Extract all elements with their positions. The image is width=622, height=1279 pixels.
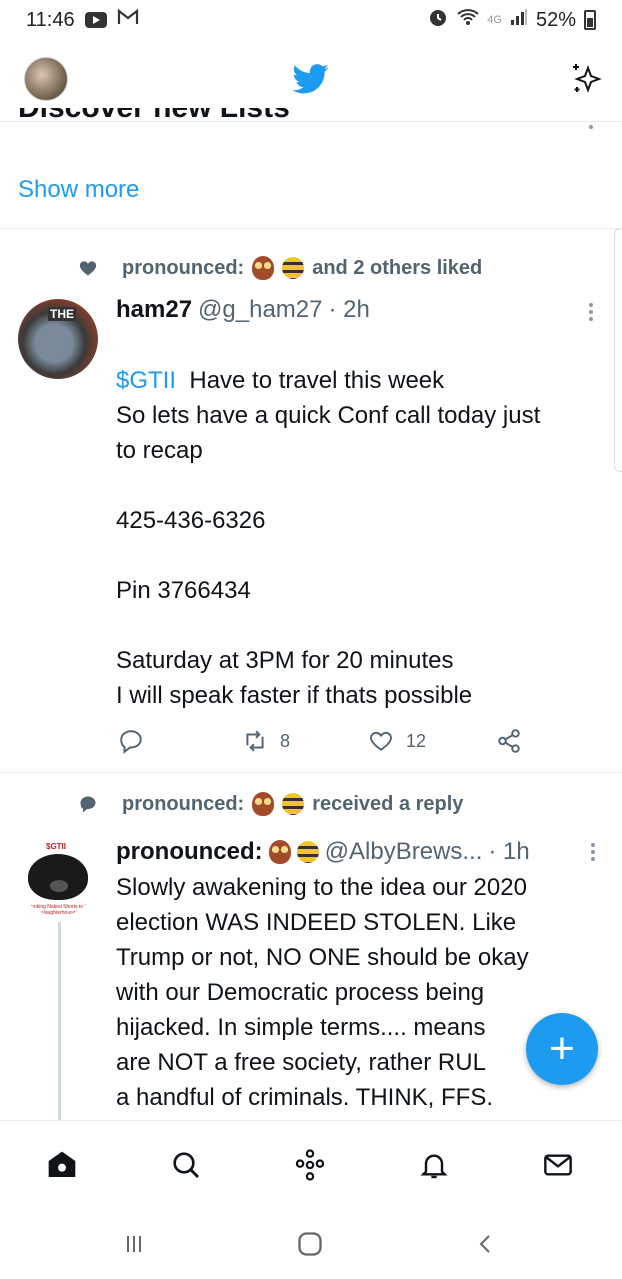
status-time: 11:46 [26,8,75,31]
scrollbar[interactable] [614,228,622,472]
pig-snout [50,880,68,892]
tweet-author-handle[interactable]: @AlbyBrews... [325,838,483,866]
nav-notifications[interactable] [414,1145,454,1185]
retweet-icon [246,730,264,752]
context-action: received a reply [312,792,464,815]
nav-search[interactable] [166,1145,206,1185]
tweet-more-icon[interactable] [588,300,594,324]
battery-icon [584,10,596,30]
system-navigation [0,1208,622,1279]
tweet-author-name[interactable]: pronounced: [116,838,263,866]
heart-icon [79,261,97,276]
cashtag-link[interactable]: $GTII [116,367,176,394]
pig-icon [28,854,88,900]
retweet-button[interactable]: 8 [242,728,290,754]
reply-icon [120,730,142,754]
share-button[interactable] [496,728,522,754]
messages-icon [544,1154,572,1176]
sparkle-icon[interactable] [568,60,604,96]
youtube-notification-icon [84,12,107,28]
bottom-navigation [0,1120,622,1208]
avatar-caption-top: $GTII [46,842,67,851]
twitter-bird-icon[interactable] [293,64,329,94]
like-button[interactable]: 12 [368,728,426,754]
tweet-text: Slowly awakening to the idea our 2020 el… [116,874,529,1111]
thread-line [58,922,61,1122]
like-count: 12 [406,730,427,751]
discover-lists-heading: Discover new Lists [18,108,290,132]
battery-percent: 52% [535,8,576,31]
network-type: 4G [487,14,502,26]
gmail-notification-icon [117,8,139,32]
tweet-header: ham27 @g_ham27 · 2h [116,296,370,324]
tweet-actions: 8 12 [116,728,536,758]
status-bar: 11:46 4G 52% [0,0,622,40]
tweet-more-icon[interactable] [590,840,596,864]
home-system-button[interactable] [290,1228,330,1260]
section-divider [0,228,622,232]
tweet-author-handle[interactable]: @g_ham27 [198,296,322,324]
signal-icon [510,8,528,32]
tweet-text: $GTII Have to travel this week [116,328,606,398]
tweet-text-first: Have to travel this week [189,367,445,394]
avatar-caption-bottom: Smoking Naked Shorts to the slaughterhou… [26,904,92,916]
show-more-link[interactable]: Show more [18,176,139,204]
nav-messages[interactable] [538,1145,578,1185]
reply-button[interactable] [118,728,144,754]
context-user[interactable]: pronounced: [122,793,244,816]
search-icon [173,1152,200,1179]
nav-home[interactable] [42,1145,82,1185]
recent-apps-button[interactable] [114,1228,154,1260]
nav-spaces[interactable] [290,1145,330,1185]
notifications-icon [420,1154,448,1179]
compose-tweet-button[interactable]: + [526,1013,598,1085]
share-icon [498,729,520,753]
home-button-icon [298,1232,322,1256]
spaces-icon [295,1149,325,1181]
tweet-divider [0,772,622,773]
tweet-header: pronounced: @AlbyBrews... · 1h [116,838,530,866]
tweet-context: pronounced: and 2 others liked [78,256,482,280]
speech-bubble-icon [80,796,96,813]
alarm-icon [427,6,449,34]
avatar-label: THE [48,307,76,321]
bee-emoji-icon [296,841,319,863]
home-icon [48,1151,76,1177]
tweet-avatar[interactable]: $GTII Smoking Naked Shorts to the slaugh… [18,836,98,916]
bee-emoji-icon [282,793,305,815]
owl-emoji-icon [252,792,275,816]
tweet-context: pronounced: received a reply [78,792,463,816]
tweet-text-body: So lets have a quick Conf call today jus… [116,402,541,709]
tweet-time[interactable]: · 2h [329,296,370,324]
discover-more-icon[interactable] [588,122,594,132]
back-icon [479,1235,490,1253]
recent-apps-icon [127,1236,141,1252]
context-user[interactable]: pronounced: [122,257,244,280]
owl-emoji-icon [252,256,275,280]
context-action: and 2 others liked [312,256,483,279]
profile-avatar[interactable] [24,57,68,101]
wifi-icon [457,7,479,33]
tweet-avatar[interactable]: THE [18,299,98,379]
owl-emoji-icon [268,840,291,864]
bee-emoji-icon [282,257,305,279]
tweet-time[interactable]: · 1h [488,838,529,866]
like-icon [370,731,392,751]
tweet-author-name[interactable]: ham27 [116,296,192,324]
retweet-count: 8 [280,730,291,751]
back-system-button[interactable] [466,1228,506,1260]
